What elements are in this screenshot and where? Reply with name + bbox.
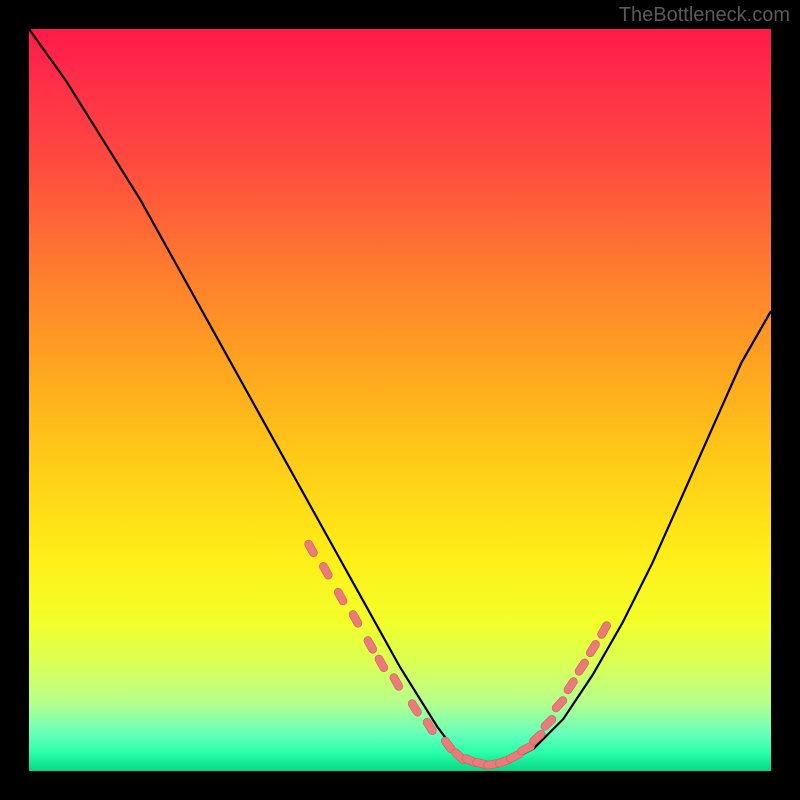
curve-marker bbox=[573, 657, 590, 676]
chart-plot-area bbox=[29, 29, 771, 771]
curve-marker bbox=[388, 672, 404, 692]
curve-marker bbox=[539, 714, 557, 732]
curve-marker bbox=[362, 635, 378, 655]
curve-markers bbox=[303, 539, 612, 770]
curve-marker bbox=[596, 620, 612, 640]
curve-marker bbox=[422, 717, 438, 737]
watermark-text: TheBottleneck.com bbox=[619, 4, 790, 27]
curve-marker bbox=[318, 561, 334, 581]
curve-marker bbox=[585, 639, 601, 659]
curve-marker bbox=[562, 676, 579, 695]
bottleneck-curve-svg bbox=[29, 29, 771, 771]
curve-marker bbox=[348, 609, 364, 629]
bottleneck-curve-path bbox=[29, 29, 771, 767]
curve-marker bbox=[550, 695, 568, 714]
curve-marker bbox=[333, 587, 349, 607]
curve-marker bbox=[374, 654, 390, 674]
curve-marker bbox=[303, 539, 319, 559]
